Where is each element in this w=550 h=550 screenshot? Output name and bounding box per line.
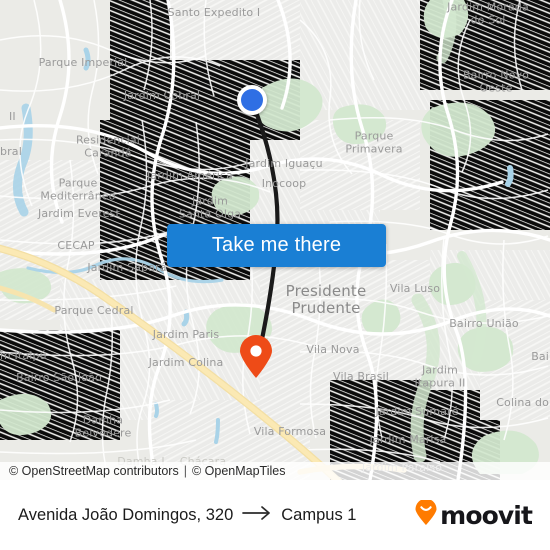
destination-label: Campus 1 <box>281 505 357 524</box>
osm-attribution[interactable]: © OpenStreetMap contributors <box>9 464 179 478</box>
moovit-wordmark: moovit <box>440 500 533 530</box>
attribution-bar: © OpenStreetMap contributors | © OpenMap… <box>0 462 550 480</box>
arrow-right-icon <box>242 505 272 526</box>
take-me-there-button[interactable]: Take me there <box>167 224 386 267</box>
origin-label: Avenida João Domingos, 320 <box>18 505 234 524</box>
origin-marker-icon[interactable] <box>237 85 267 115</box>
map-screenshot: Santo Expedito I Jardim Morada do Sol Parq… <box>0 0 550 550</box>
moovit-logo[interactable]: moovit <box>414 498 533 531</box>
trip-footer: Avenida João Domingos, 320 Campus 1 moov… <box>0 480 550 550</box>
attribution-separator: | <box>183 464 187 478</box>
openmaptiles-attribution[interactable]: © OpenMapTiles <box>192 464 286 478</box>
route-summary: Avenida João Domingos, 320 Campus 1 <box>18 505 414 526</box>
destination-pin-icon[interactable] <box>239 335 273 379</box>
moovit-pin-icon <box>414 498 438 531</box>
map-canvas[interactable]: Santo Expedito I Jardim Morada do Sol Parq… <box>0 0 550 480</box>
